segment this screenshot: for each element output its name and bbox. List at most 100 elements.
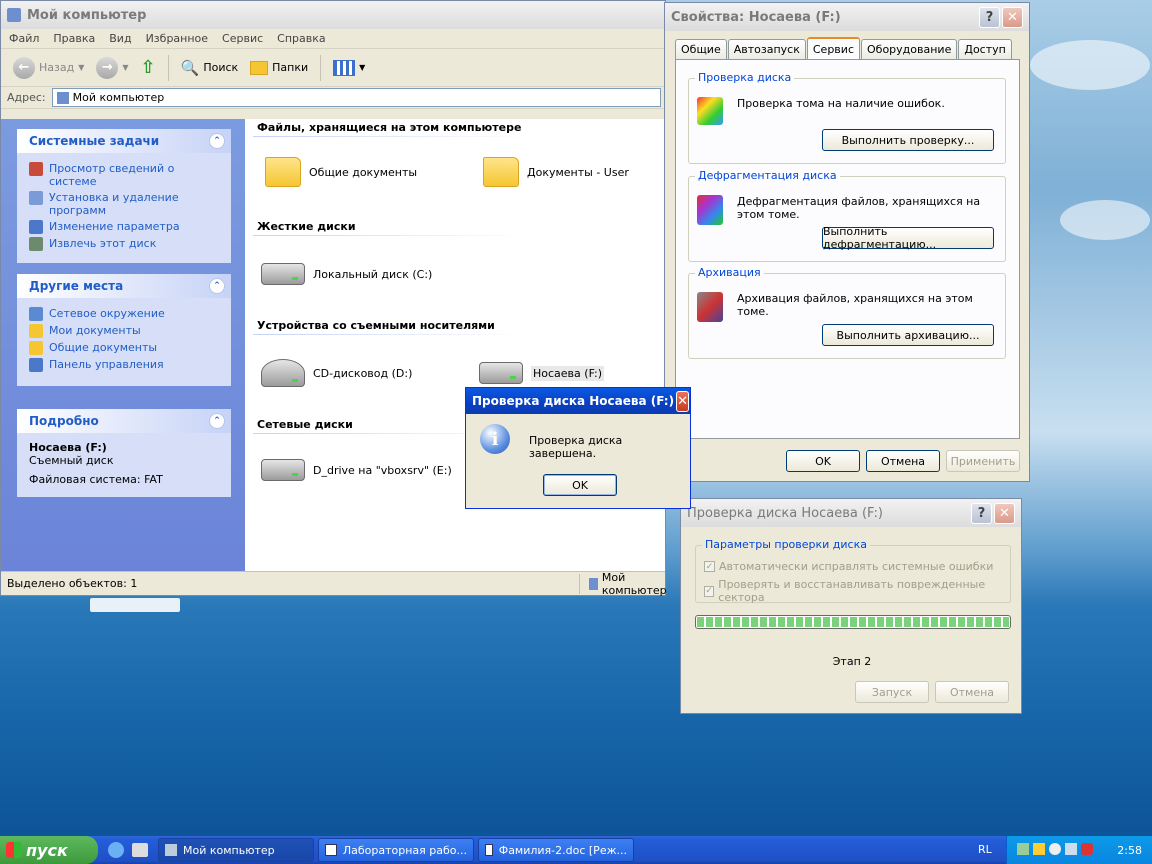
ie-quicklaunch-icon[interactable]	[108, 842, 124, 858]
check-now-button[interactable]: Выполнить проверку...	[822, 129, 994, 151]
place-network[interactable]: Сетевое окружение	[29, 307, 221, 321]
desktop-boat	[90, 598, 180, 612]
back-button[interactable]: ← Назад ▼	[9, 53, 88, 83]
collapse-icon[interactable]: ⌃	[209, 278, 225, 294]
backup-icon	[697, 292, 723, 322]
checkbox-auto-fix[interactable]: ✓	[704, 561, 715, 572]
properties-titlebar[interactable]: Свойства: Носаева (F:) ? ✕	[665, 3, 1029, 31]
word-doc-icon	[325, 844, 337, 856]
address-value: Мой компьютер	[72, 91, 165, 104]
security-icon[interactable]	[1049, 843, 1061, 855]
item-shared-documents[interactable]: Общие документы	[265, 157, 417, 187]
task-word-lab[interactable]: Лабораторная рабо...	[318, 838, 474, 862]
item-cd-drive[interactable]: CD-дисковод (D:)	[261, 359, 412, 387]
item-network-drive[interactable]: D_drive на "vboxsrv" (E:)	[261, 459, 452, 481]
folders-button[interactable]: Папки	[246, 53, 312, 83]
group-network-title: Сетевые диски	[257, 418, 353, 431]
option-auto-fix-label: Автоматически исправлять системные ошибк…	[719, 560, 994, 573]
tab-general[interactable]: Общие	[675, 39, 727, 59]
menu-favorites[interactable]: Избранное	[146, 32, 208, 45]
apply-button[interactable]: Применить	[946, 450, 1020, 472]
item-drive-f[interactable]: Носаева (F:)	[479, 362, 605, 384]
check-disk-titlebar[interactable]: Проверка диска Носаева (F:) ? ✕	[681, 499, 1021, 527]
menu-edit[interactable]: Правка	[53, 32, 95, 45]
place-control-panel[interactable]: Панель управления	[29, 358, 221, 372]
place-my-documents[interactable]: Мои документы	[29, 324, 221, 338]
details-header[interactable]: Подробно ⌃	[17, 409, 231, 433]
menu-file[interactable]: Файл	[9, 32, 39, 45]
status-divider	[579, 574, 580, 594]
close-button[interactable]: ✕	[994, 502, 1015, 524]
status-bar: Выделено объектов: 1 Мой компьютер	[1, 571, 667, 597]
menu-view[interactable]: Вид	[109, 32, 131, 45]
cancel-button[interactable]: Отмена	[866, 450, 940, 472]
option-auto-fix[interactable]: ✓ Автоматически исправлять системные ошиб…	[704, 560, 993, 573]
collapse-icon[interactable]: ⌃	[209, 133, 225, 149]
search-button[interactable]: 🔍 Поиск	[177, 53, 243, 83]
option-scan-sectors[interactable]: ✓ Проверять и восстанавливать поврежденны…	[704, 578, 1010, 604]
language-indicator[interactable]: RL	[978, 843, 992, 856]
task-my-computer[interactable]: Мой компьютер	[158, 838, 314, 862]
task-view-system-info[interactable]: Просмотр сведений о системе	[29, 162, 221, 188]
task-add-remove-programs[interactable]: Установка и удаление программ	[29, 191, 221, 217]
cancel-button[interactable]: Отмена	[935, 681, 1009, 703]
shared-folder-icon	[483, 157, 519, 187]
menu-tools[interactable]: Сервис	[222, 32, 263, 45]
collapse-icon[interactable]: ⌃	[209, 413, 225, 429]
forward-button[interactable]: → ▼	[92, 53, 132, 83]
folder-icon	[265, 157, 301, 187]
up-button[interactable]: ⇧	[137, 53, 160, 83]
address-bar: Адрес: Мой компьютер	[1, 87, 665, 109]
defrag-icon	[697, 195, 723, 225]
defrag-text: Дефрагментация файлов, хранящихся на это…	[737, 195, 981, 221]
other-places-header[interactable]: Другие места ⌃	[17, 274, 231, 298]
computer-icon	[165, 844, 177, 856]
item-user-documents[interactable]: Документы - User	[483, 157, 629, 187]
network-icon[interactable]	[1017, 843, 1029, 855]
ok-button[interactable]: OK	[543, 474, 617, 496]
system-info-icon	[29, 162, 43, 176]
task-word-doc[interactable]: Фамилия-2.doc [Реж...	[478, 838, 634, 862]
task-label: Изменение параметра	[49, 220, 180, 233]
show-desktop-icon[interactable]	[132, 843, 148, 857]
close-button[interactable]: ✕	[676, 390, 689, 412]
info-icon: i	[480, 424, 510, 454]
system-tray: 2:58	[1006, 836, 1152, 864]
tab-hardware[interactable]: Оборудование	[861, 39, 958, 59]
explorer-toolbar: ← Назад ▼ → ▼ ⇧ 🔍 Поиск Папки ▼	[1, 49, 665, 87]
tab-autoplay[interactable]: Автозапуск	[727, 39, 806, 59]
warning-icon[interactable]	[1033, 843, 1045, 855]
address-field[interactable]: Мой компьютер	[51, 88, 661, 107]
folders-icon	[250, 60, 269, 75]
task-change-setting[interactable]: Изменение параметра	[29, 220, 221, 234]
task-eject-disk[interactable]: Извлечь этот диск	[29, 237, 221, 251]
back-label: Назад	[39, 61, 75, 74]
item-drive-c[interactable]: Локальный диск (C:)	[261, 263, 432, 285]
removable-drive-icon	[479, 362, 523, 384]
menu-help[interactable]: Справка	[277, 32, 325, 45]
update-icon[interactable]	[1065, 843, 1077, 855]
explorer-titlebar[interactable]: Мой компьютер	[1, 1, 665, 29]
checkbox-scan-sectors[interactable]: ✓	[704, 585, 715, 597]
shield-icon[interactable]	[1081, 843, 1093, 855]
item-label: Локальный диск (C:)	[313, 267, 433, 281]
check-progress-fill	[697, 617, 1009, 627]
help-button[interactable]: ?	[979, 6, 1000, 28]
start-button[interactable]: Запуск	[855, 681, 929, 703]
tab-sharing[interactable]: Доступ	[958, 39, 1012, 59]
tab-tools[interactable]: Сервис	[806, 37, 860, 59]
views-button[interactable]: ▼	[329, 53, 369, 83]
tools-tab-page: Проверка диска Проверка тома на наличие …	[675, 59, 1020, 439]
system-tasks-header[interactable]: Системные задачи ⌃	[17, 129, 231, 153]
details-type: Съемный диск	[29, 454, 114, 467]
place-label: Мои документы	[49, 324, 141, 337]
help-button[interactable]: ?	[971, 502, 992, 524]
place-shared-documents[interactable]: Общие документы	[29, 341, 221, 355]
start-button[interactable]: пуск	[0, 836, 98, 864]
backup-now-button[interactable]: Выполнить архивацию...	[822, 324, 994, 346]
close-button[interactable]: ✕	[1002, 6, 1023, 28]
tray-icons	[1017, 843, 1093, 855]
ok-button[interactable]: OK	[786, 450, 860, 472]
defrag-now-button[interactable]: Выполнить дефрагментацию...	[822, 225, 994, 251]
message-box-titlebar[interactable]: Проверка диска Носаева (F:) ✕	[466, 388, 690, 414]
